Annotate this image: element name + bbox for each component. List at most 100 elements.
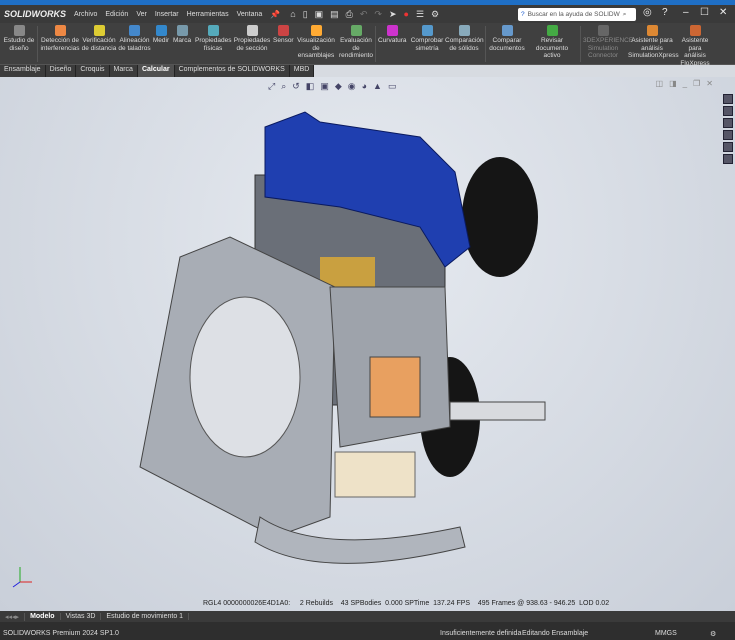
ribbon-button-5[interactable]: Medir xyxy=(152,25,170,45)
save-icon[interactable]: ▤ xyxy=(330,9,339,20)
traffic-light-icon[interactable]: ● xyxy=(404,9,409,19)
ribbon-button-8[interactable]: Propiedades de sección xyxy=(233,25,271,52)
ribbon-label: Visualización de ensamblajes xyxy=(297,37,335,59)
edit-mode-status: Editando Ensamblaje xyxy=(522,630,589,637)
bottom-tab-3[interactable]: Estudio de movimiento 1 xyxy=(101,613,190,620)
ribbon-button-2[interactable]: Detección de interferencias xyxy=(40,25,80,52)
ribbon-button-4[interactable]: Alineación de taladros xyxy=(118,25,151,52)
ribbon-button-9[interactable]: Sensor xyxy=(273,25,294,45)
3d-model[interactable] xyxy=(0,77,735,611)
ribbon-label: Medir xyxy=(152,37,170,44)
bottom-tab-1[interactable]: Modelo xyxy=(25,613,61,620)
heater-block xyxy=(334,451,416,498)
tab-calcular[interactable]: Calcular xyxy=(137,65,175,77)
help-circle-icon[interactable]: ? xyxy=(662,7,668,18)
tool-icon xyxy=(155,25,167,36)
ribbon-button-3[interactable]: Verificación de distancia xyxy=(81,25,117,52)
menu-ver[interactable]: Ver xyxy=(136,11,147,18)
fan-opening xyxy=(189,296,301,458)
select-icon[interactable]: ➤ xyxy=(389,9,397,20)
bottom-tab-2[interactable]: Vistas 3D xyxy=(61,613,102,620)
tab-scroll-arrows[interactable]: ◂◂◂▸ xyxy=(0,612,26,621)
command-manager: Estudio de diseño Detección de interferen… xyxy=(0,23,735,67)
menu-herramientas[interactable]: Herramientas xyxy=(187,11,229,18)
tool-icon xyxy=(310,25,322,36)
search-input[interactable]: Buscar en la ayuda de SOLIDW xyxy=(528,11,620,18)
ribbon-separator xyxy=(580,26,581,62)
ribbon-separator xyxy=(485,26,486,62)
ribbon-separator xyxy=(375,26,376,62)
definition-status: Insuficientemente definida xyxy=(440,630,522,637)
ribbon-button-12[interactable]: Curvatura xyxy=(378,25,407,45)
graphics-area[interactable]: ⤢ ⌕ ↺ ◧ ▣ ◆ ◉ ◕ ▲ ▭ ◫ ◨ _ ❐ ✕ RGL4 0000000026E4D1A0: … xyxy=(0,77,735,611)
ribbon-button-15[interactable]: Comparar documentos xyxy=(488,25,526,52)
help-search[interactable]: ? Buscar en la ayuda de SOLIDW ⌕ xyxy=(518,8,636,21)
ribbon-button-1[interactable]: Estudio de diseño xyxy=(3,25,35,52)
file-properties-icon[interactable]: ☰ xyxy=(416,9,424,20)
menu-edición[interactable]: Edición xyxy=(105,11,128,18)
ribbon-label: Comparar documentos xyxy=(489,37,525,52)
tab-marca[interactable]: Marca xyxy=(109,65,138,77)
close-button[interactable]: ✕ xyxy=(719,7,727,18)
menu-ventana[interactable]: Ventana xyxy=(237,11,263,18)
user-icon[interactable]: ◎ xyxy=(643,7,652,18)
ribbon-button-14[interactable]: Comparación de sólidos xyxy=(445,25,484,52)
wheel-upper xyxy=(462,157,538,277)
tool-icon xyxy=(207,25,219,36)
solidworks-logo: SOLIDWORKS xyxy=(4,9,66,19)
menu-insertar[interactable]: Insertar xyxy=(155,11,179,18)
ribbon-button-6[interactable]: Marca xyxy=(173,25,191,45)
product-version: SOLIDWORKS Premium 2024 SP1.0 xyxy=(3,630,119,637)
ribbon-button-19[interactable]: Asistente para análisis FloXpress xyxy=(677,25,713,67)
tab-ensamblaje[interactable]: Ensamblaje xyxy=(0,65,46,77)
tool-icon xyxy=(129,25,140,36)
tool-icon xyxy=(646,25,658,36)
maximize-button[interactable]: ☐ xyxy=(700,7,709,18)
tool-icon xyxy=(386,25,398,36)
triad-axes-icon xyxy=(12,567,32,588)
pin-icon[interactable]: 📌 xyxy=(270,10,280,19)
units-selector[interactable]: MMGS xyxy=(655,630,677,637)
tool-icon xyxy=(501,25,513,36)
ribbon-label: Comprobar simetría xyxy=(410,37,444,52)
open-icon[interactable]: ▣ xyxy=(315,9,324,20)
ribbon-button-16[interactable]: Revisar documento activo xyxy=(527,25,577,60)
ribbon-button-18[interactable]: Asistente para análisis SimulationXpress xyxy=(628,25,679,60)
help-icon: ? xyxy=(521,11,525,18)
tab-diseño[interactable]: Diseño xyxy=(45,65,77,77)
tool-icon xyxy=(93,25,105,36)
gear-icon[interactable]: ⚙ xyxy=(431,9,439,20)
settings-icon[interactable]: ⚙ xyxy=(710,630,716,638)
redo-icon[interactable]: ↷ xyxy=(374,9,382,20)
tab-mbd[interactable]: MBD xyxy=(289,65,315,77)
ribbon-label: Propiedades físicas xyxy=(195,37,232,52)
tool-icon xyxy=(277,25,289,36)
tool-icon xyxy=(350,25,362,36)
new-file-icon[interactable]: ▯ xyxy=(303,9,308,20)
ribbon-separator xyxy=(37,26,38,62)
tab-bar-fill xyxy=(314,65,735,77)
tool-icon xyxy=(176,25,188,36)
menu-bar: Archivo Edición Ver Insertar Herramientas Ven… xyxy=(74,11,270,18)
command-tabs: Ensamblaje Diseño Croquis Marca Calcular Comp… xyxy=(0,65,735,77)
heater-coil xyxy=(369,356,421,418)
ribbon-button-17[interactable]: 3DEXPERIENCE Simulation Connector xyxy=(583,25,633,60)
tab-complementos-de-solidworks[interactable]: Complementos de SOLIDWORKS xyxy=(174,65,290,77)
ribbon-button-7[interactable]: Propiedades físicas xyxy=(195,25,232,52)
ribbon-label: Sensor xyxy=(273,37,294,44)
tab-croquis[interactable]: Croquis xyxy=(76,65,110,77)
home-icon[interactable]: ⌂ xyxy=(290,9,295,19)
search-icon[interactable]: ⌕ xyxy=(623,11,627,19)
ribbon-label: Curvatura xyxy=(378,37,407,44)
bottom-tabs: ◂◂◂▸ Modelo Vistas 3D Estudio de movimiento… xyxy=(0,611,735,622)
ribbon-label: Alineación de taladros xyxy=(118,37,151,52)
menu-archivo[interactable]: Archivo xyxy=(74,11,97,18)
ribbon-label: Revisar documento activo xyxy=(535,37,569,59)
minimize-button[interactable]: – xyxy=(683,7,689,18)
undo-icon[interactable]: ↶ xyxy=(360,9,368,20)
ribbon-button-11[interactable]: Evaluación de rendimiento xyxy=(338,25,374,60)
ribbon-button-13[interactable]: Comprobar simetría xyxy=(410,25,444,52)
print-icon[interactable]: ⎙ xyxy=(346,9,353,20)
tool-icon xyxy=(421,25,433,36)
ribbon-button-10[interactable]: Visualización de ensamblajes xyxy=(296,25,336,60)
